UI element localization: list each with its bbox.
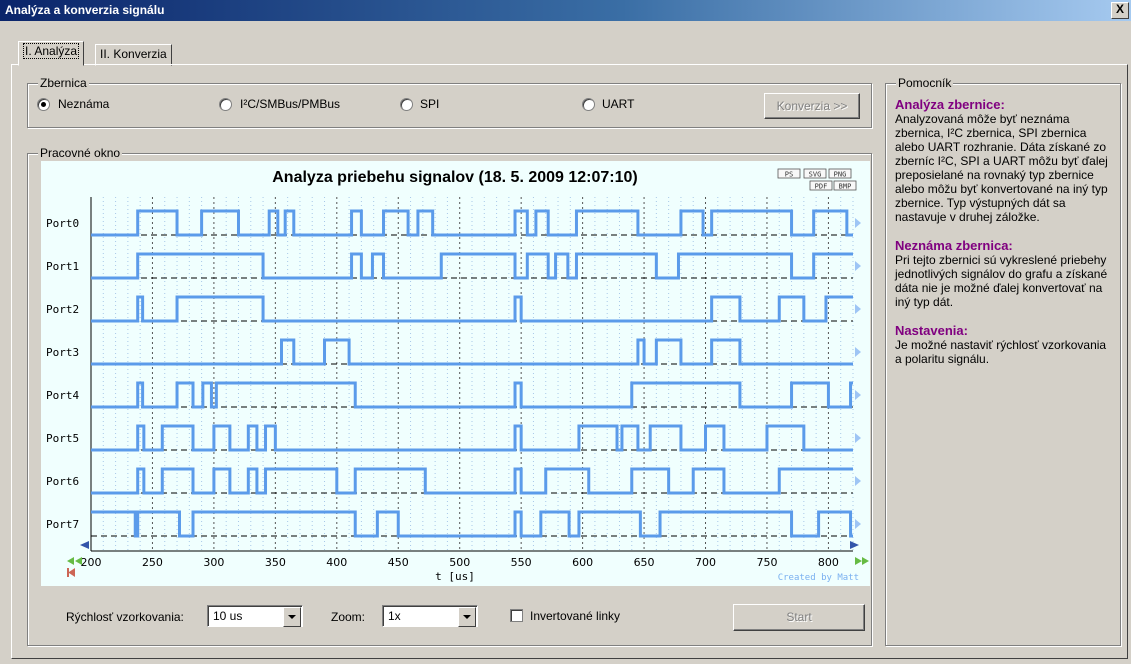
tab-konverzia[interactable]: II. Konverzia [95, 44, 172, 66]
x-tick-label: 350 [265, 556, 286, 569]
port-label: Port6 [46, 475, 79, 488]
tab-analyza-label: I. Analýza [23, 43, 80, 59]
export-bmp-label: BMP [839, 183, 852, 191]
bus-groupbox [27, 83, 872, 128]
radio-uart-label[interactable]: UART [602, 97, 634, 111]
tab-konverzia-label: II. Konverzia [100, 47, 167, 61]
bus-legend: Zbernica [38, 76, 89, 90]
x-axis-label: t [us] [435, 570, 475, 583]
radio-spi[interactable] [400, 98, 413, 111]
x-tick-label: 500 [449, 556, 470, 569]
chart-background [41, 161, 870, 586]
export-png-label: PNG [834, 171, 847, 179]
helper-section-analyza: Analýza zbernice: Analyzovaná môže byť n… [895, 97, 1113, 224]
close-button[interactable]: X [1111, 2, 1129, 19]
helper-title: Nastavenia: [895, 323, 968, 338]
x-tick-label: 650 [634, 556, 655, 569]
port-label: Port1 [46, 260, 79, 273]
export-pdf-label: PDF [815, 183, 828, 191]
radio-i2c-label[interactable]: I²C/SMBus/PMBus [240, 97, 340, 111]
radio-neznama[interactable] [37, 98, 50, 111]
x-tick-label: 250 [142, 556, 163, 569]
x-tick-label: 200 [81, 556, 102, 569]
port-label: Port7 [46, 518, 79, 531]
sampling-dropdown-button[interactable] [283, 607, 301, 627]
chart-title: Analyza priebehu signalov (18. 5. 2009 1… [272, 169, 638, 186]
helper-section-nastavenia: Nastavenia: Je možné nastaviť rýchlosť v… [895, 323, 1113, 366]
radio-selected-dot [41, 102, 46, 107]
x-tick-label: 450 [388, 556, 409, 569]
export-svg-label: SVG [809, 171, 822, 179]
sampling-value: 10 us [213, 609, 243, 623]
helper-text: Pri tejto zbernici sú vykreslené priebeh… [895, 253, 1108, 309]
helper-text: Je možné nastaviť rýchlosť vzorkovania a… [895, 338, 1107, 366]
tab-analyza[interactable]: I. Analýza [18, 41, 85, 66]
radio-neznama-label[interactable]: Neznáma [58, 97, 109, 111]
workspace-legend: Pracovné okno [38, 146, 123, 160]
invert-label[interactable]: Invertované linky [530, 609, 620, 623]
x-tick-label: 700 [695, 556, 716, 569]
radio-spi-label[interactable]: SPI [420, 97, 439, 111]
port-label: Port0 [46, 217, 79, 230]
radio-i2c[interactable] [219, 98, 232, 111]
x-tick-label: 750 [756, 556, 777, 569]
title-bar: Analýza a konverzia signálu X [0, 0, 1131, 21]
port-label: Port4 [46, 389, 79, 402]
chevron-down-icon [463, 615, 471, 619]
helper-legend: Pomocník [896, 76, 954, 90]
invert-checkbox[interactable] [510, 609, 523, 622]
x-tick-label: 550 [511, 556, 532, 569]
konverzia-button[interactable]: Konverzia >> [764, 93, 860, 119]
zoom-label: Zoom: [331, 610, 366, 624]
radio-uart[interactable] [582, 98, 595, 111]
x-tick-label: 600 [572, 556, 593, 569]
helper-title: Analýza zbernice: [895, 97, 1005, 112]
zoom-value: 1x [388, 609, 401, 623]
helper-section-neznama: Neznáma zbernica: Pri tejto zbernici sú … [895, 238, 1113, 309]
zoom-select[interactable]: 1x [382, 605, 478, 627]
zoom-dropdown-button[interactable] [458, 607, 476, 627]
x-tick-label: 400 [326, 556, 347, 569]
window-title: Analýza a konverzia signálu [5, 3, 165, 17]
helper-title: Neznáma zbernica: [895, 238, 1013, 253]
port-label: Port3 [46, 346, 79, 359]
export-ps-label: PS [785, 171, 793, 179]
x-tick-label: 800 [818, 556, 839, 569]
sampling-label: Rýchlosť vzorkovania: [66, 610, 184, 624]
port-label: Port2 [46, 303, 79, 316]
signal-chart: Analyza priebehu signalov (18. 5. 2009 1… [41, 161, 870, 586]
helper-text: Analyzovaná môže byť neznáma zbernica, I… [895, 112, 1108, 224]
chart-credit: Created by Matt [778, 573, 859, 583]
sampling-select[interactable]: 10 us [207, 605, 303, 627]
chevron-down-icon [288, 615, 296, 619]
port-label: Port5 [46, 432, 79, 445]
start-button[interactable]: Start [733, 604, 865, 631]
x-tick-label: 300 [203, 556, 224, 569]
helper-content: Analýza zbernice: Analyzovaná môže byť n… [895, 97, 1113, 366]
